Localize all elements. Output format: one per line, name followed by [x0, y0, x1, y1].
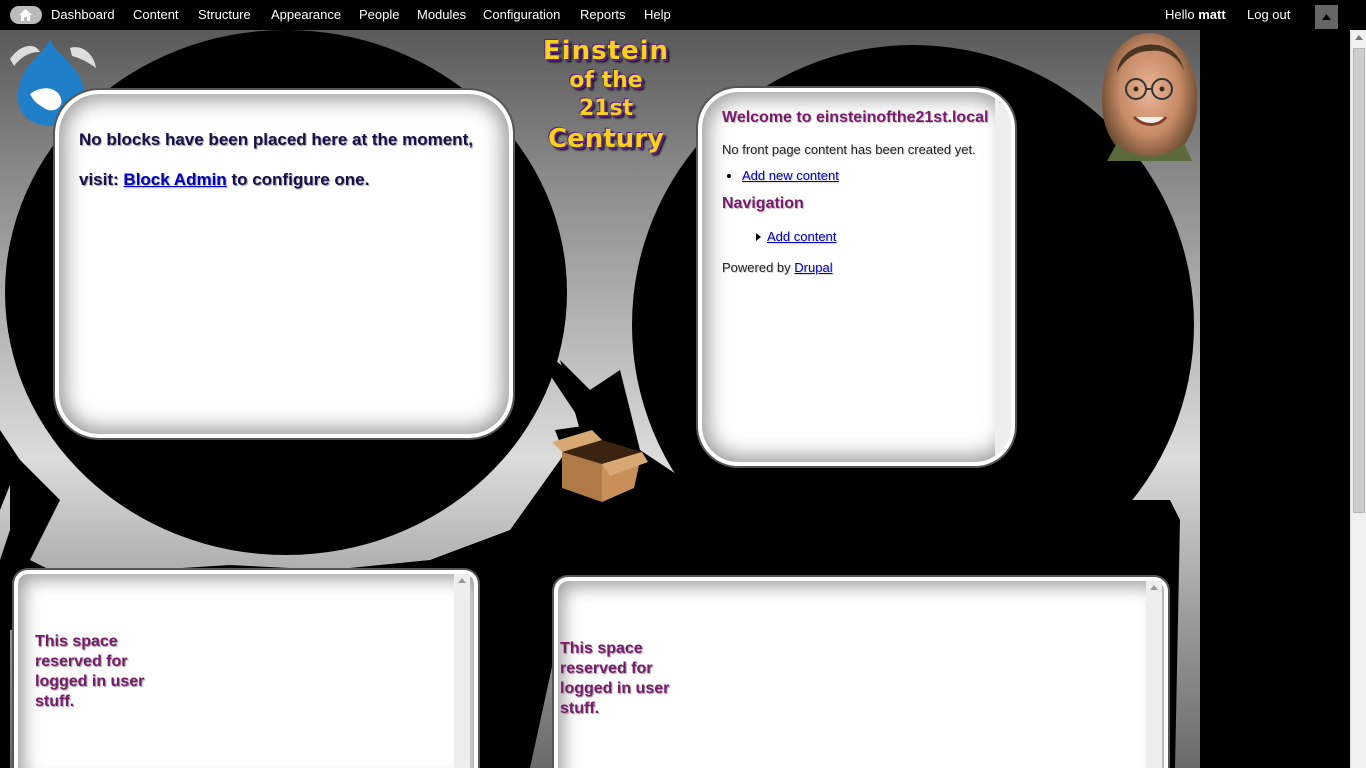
chevron-up-icon	[1322, 14, 1331, 20]
right-black-strip	[1200, 30, 1350, 768]
empty-region-block: No blocks have been placed here at the m…	[55, 90, 513, 438]
scroll-down-icon[interactable]	[999, 455, 1007, 460]
powered-by: Powered by Drupal	[722, 260, 1002, 275]
welcome-region-block: Welcome to einsteinofthe21st.local No fr…	[698, 88, 1015, 466]
menu-structure[interactable]: Structure	[198, 7, 251, 22]
home-button[interactable]	[10, 6, 42, 24]
drupal-link[interactable]: Drupal	[794, 260, 832, 275]
site-logo[interactable]: Einstein of the 21st Century	[524, 35, 688, 175]
user-region-right: This space reserved for logged in user s…	[554, 577, 1168, 768]
welcome-content: Welcome to einsteinofthe21st.local No fr…	[722, 106, 1002, 275]
menu-modules[interactable]: Modules	[417, 7, 466, 22]
add-content-link[interactable]: Add content	[767, 229, 836, 244]
scroll-up-icon[interactable]	[1150, 585, 1158, 590]
powered-by-text: Powered by	[722, 260, 791, 275]
logo-line-3: 21st	[578, 96, 634, 121]
user-greeting: Hello matt	[1165, 7, 1226, 22]
menu-dashboard[interactable]: Dashboard	[51, 7, 115, 22]
user-region-right-scrollbar[interactable]	[1146, 581, 1162, 768]
menu-reports[interactable]: Reports	[580, 7, 626, 22]
menu-content[interactable]: Content	[133, 7, 179, 22]
greeting-prefix: Hello	[1165, 7, 1195, 22]
admin-toolbar: Dashboard Content Structure Appearance P…	[0, 0, 1366, 30]
home-icon	[19, 9, 32, 21]
user-region-left: This space reserved for logged in user s…	[14, 570, 478, 768]
logo-line-1: Einstein	[542, 36, 670, 66]
block-admin-link[interactable]: Block Admin	[123, 170, 226, 189]
triangle-right-icon	[756, 233, 761, 241]
empty-region-text-after: to configure one.	[231, 170, 370, 189]
scroll-up-icon[interactable]	[458, 578, 466, 583]
toolbar-toggle-button[interactable]	[1315, 5, 1338, 29]
front-page-links: Add new content	[722, 168, 1002, 183]
empty-region-message: No blocks have been placed here at the m…	[79, 120, 479, 200]
reserved-message-left: This space reserved for logged in user s…	[35, 633, 145, 710]
list-item: Add new content	[742, 168, 1002, 183]
logo-line-2: of the	[569, 68, 643, 93]
username[interactable]: matt	[1198, 7, 1225, 22]
scroll-up-icon[interactable]	[1355, 35, 1363, 40]
logout-link[interactable]: Log out	[1247, 7, 1290, 22]
welcome-title: Welcome to einsteinofthe21st.local	[722, 109, 989, 126]
navigation-menu: Add content	[756, 229, 1002, 244]
reserved-message-right: This space reserved for logged in user s…	[560, 640, 670, 717]
scrollbar-thumb[interactable]	[1353, 48, 1365, 513]
no-content-message: No front page content has been created y…	[722, 142, 976, 157]
navigation-title: Navigation	[722, 195, 804, 212]
menu-people[interactable]: People	[359, 7, 399, 22]
logo-line-4: Century	[548, 124, 664, 154]
menu-configuration[interactable]: Configuration	[483, 7, 560, 22]
page-background: Einstein of the 21st Century No blocks h…	[0, 30, 1200, 768]
menu-appearance[interactable]: Appearance	[271, 7, 341, 22]
menu-help[interactable]: Help	[644, 7, 671, 22]
welcome-scrollbar[interactable]	[995, 94, 1011, 462]
face-icon	[1107, 44, 1192, 161]
avatar[interactable]	[1102, 33, 1197, 161]
scroll-up-icon[interactable]	[999, 98, 1007, 103]
add-new-content-link[interactable]: Add new content	[742, 168, 839, 183]
user-region-left-scrollbar[interactable]	[454, 574, 470, 768]
box-icon	[552, 430, 648, 502]
page-scrollbar[interactable]	[1350, 30, 1366, 768]
